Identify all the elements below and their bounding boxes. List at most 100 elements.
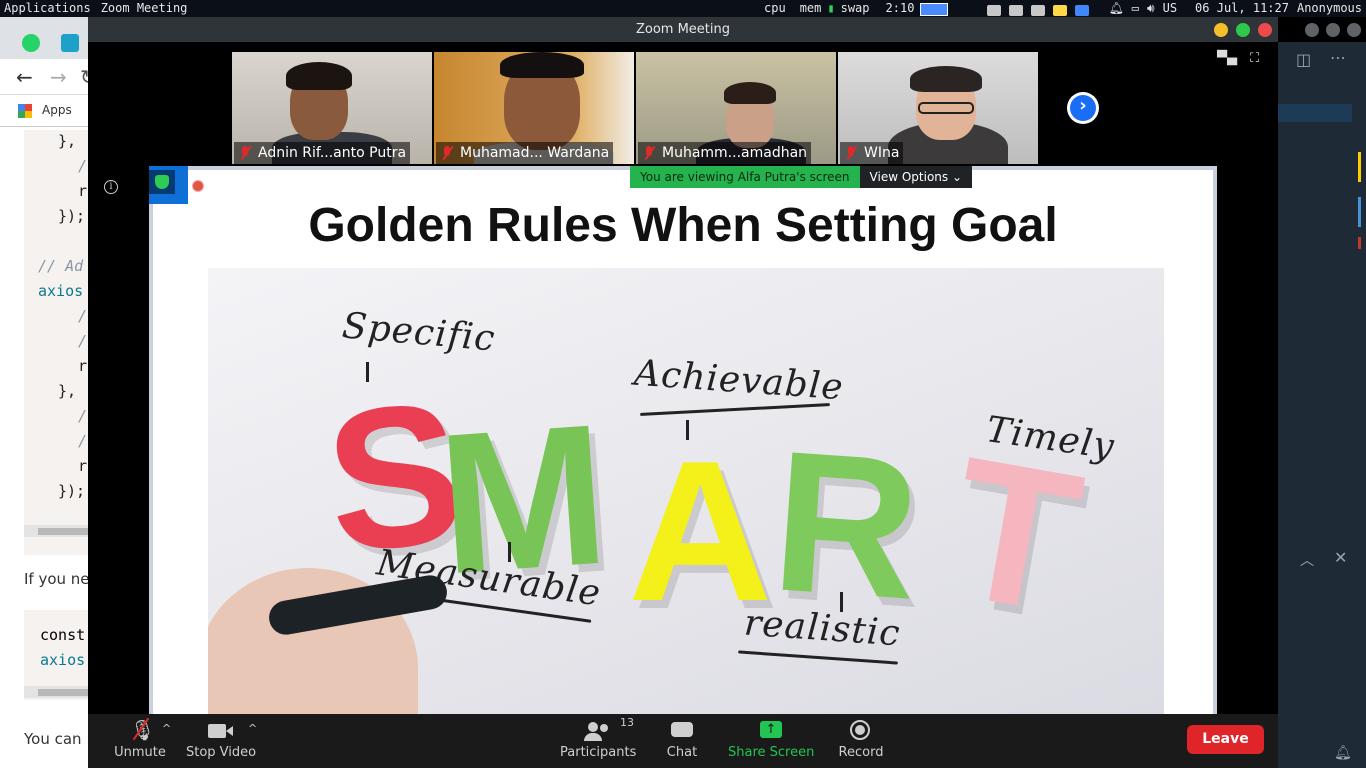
participant-name: Muhamad... Wardana: [436, 142, 614, 164]
sync-tray-icon[interactable]: [1008, 4, 1023, 16]
share-screen-button[interactable]: ↑ Share Screen: [728, 714, 814, 768]
chevron-up-icon[interactable]: ︿: [1300, 550, 1314, 570]
code-scrollbar[interactable]: [24, 686, 90, 698]
audio-options-caret[interactable]: ^: [162, 722, 171, 735]
bell-icon[interactable]: 🔔︎: [1109, 0, 1124, 17]
bookmarks-apps-link[interactable]: Apps: [42, 103, 72, 117]
mem-label: mem: [799, 1, 822, 15]
zoom-tray-icon[interactable]: [1074, 4, 1089, 16]
close-button[interactable]: [1258, 23, 1272, 37]
security-badge[interactable]: [149, 166, 188, 204]
bell-icon[interactable]: 🔔︎: [1334, 745, 1352, 761]
battery-icon: ▭: [1131, 1, 1140, 15]
chevron-down-icon: ⌄: [951, 170, 963, 184]
participant-name: WIna: [840, 142, 904, 164]
more-icon[interactable]: ⋯: [1330, 48, 1346, 67]
chat-icon: [671, 722, 693, 737]
bg-window-maximize[interactable]: [1326, 23, 1340, 37]
participants-icon: [588, 722, 598, 732]
gutter-marker: [1358, 237, 1361, 249]
code-line: /: [78, 407, 88, 425]
workspace-label: 2:10: [885, 1, 915, 15]
gallery-layout-icon[interactable]: ▀▄: [1217, 51, 1237, 66]
camera-icon: [208, 724, 226, 738]
volume-icon[interactable]: 🔊︎: [1147, 0, 1155, 17]
background-editor-window: ◫ ⋯ ︿ ✕ 🔔︎: [1276, 42, 1366, 768]
viewing-banner: You are viewing Alfa Putra's screen View…: [630, 166, 973, 188]
workspace-indicator[interactable]: [920, 3, 949, 16]
code-line: },: [58, 382, 77, 400]
muted-mic-icon: [642, 145, 656, 161]
next-participants-button[interactable]: ›: [1067, 92, 1099, 124]
code-line: });: [58, 482, 86, 500]
keyboard-layout[interactable]: US: [1163, 0, 1177, 17]
stop-video-label: Stop Video: [186, 745, 257, 760]
window-title: Zoom Meeting: [635, 22, 731, 37]
code-block: }, / r }); // Ad axios / / r }, / / r })…: [24, 130, 90, 555]
paragraph-text: You can: [24, 730, 82, 748]
participant-name: Muhamm...amadhan: [638, 142, 812, 164]
participant-name: Adnin Rif...anto Putra: [234, 142, 411, 164]
word-specific: Specific: [340, 305, 498, 360]
datetime[interactable]: 06 Jul, 11:27: [1195, 0, 1289, 17]
forward-arrow-icon[interactable]: →: [50, 65, 67, 89]
code-scrollbar[interactable]: [24, 525, 90, 537]
background-browser-window: ← → ↻ Apps }, / r }); // Ad axios / / r …: [0, 17, 90, 768]
bg-window-close[interactable]: [1347, 23, 1361, 37]
share-screen-icon: ↑: [760, 721, 782, 738]
letter-r: R: [766, 409, 927, 642]
participants-button[interactable]: 13 Participants: [560, 714, 636, 768]
stop-video-button[interactable]: Stop Video: [186, 714, 256, 768]
code-line: /: [78, 332, 88, 350]
meeting-info-icon[interactable]: i: [104, 180, 118, 194]
browser-navbar: ← → ↻: [0, 59, 90, 95]
video-options-caret[interactable]: ^: [248, 722, 257, 735]
close-icon[interactable]: ✕: [1334, 548, 1347, 567]
participants-label: Participants: [560, 745, 637, 760]
participant-tile[interactable]: Muhamm...amadhan: [636, 52, 836, 164]
minimize-button[interactable]: [1214, 23, 1228, 37]
leave-button[interactable]: Leave: [1187, 725, 1264, 754]
react-tab-icon[interactable]: [61, 34, 79, 52]
whatsapp-tab-icon[interactable]: [22, 34, 40, 52]
bg-window-minimize[interactable]: [1305, 23, 1319, 37]
meeting-toolbar: 🎙︎ Unmute ^ Stop Video ^ 13 Participants…: [88, 714, 1278, 768]
browser-tabbar: [0, 17, 90, 59]
record-button[interactable]: Record: [836, 714, 886, 768]
chat-button[interactable]: Chat: [662, 714, 702, 768]
code-line: /: [78, 157, 88, 175]
active-app-title: Zoom Meeting: [100, 1, 188, 15]
word-achievable: Achievable: [632, 352, 846, 409]
paragraph-text: If you ne: [24, 570, 90, 588]
chat-label: Chat: [666, 745, 698, 760]
code-line: /: [78, 432, 88, 450]
bookmarks-bar: Apps: [0, 95, 90, 127]
recording-indicator: [192, 180, 204, 192]
code-line: });: [58, 207, 86, 225]
code-line: const: [40, 626, 86, 644]
record-label: Record: [838, 745, 884, 760]
shared-screen: Golden Rules When Setting Goal Specific …: [149, 166, 1217, 731]
discord-tray-icon[interactable]: [986, 4, 1001, 16]
participant-tile[interactable]: WIna: [838, 52, 1038, 164]
muted-mic-icon: [844, 145, 858, 161]
split-editor-icon[interactable]: ◫: [1296, 50, 1311, 69]
wifi-icon[interactable]: [1030, 4, 1045, 16]
view-options-button[interactable]: View Options ⌄: [859, 166, 973, 188]
code-line: r: [78, 357, 88, 375]
notes-tray-icon[interactable]: [1052, 4, 1067, 16]
maximize-button[interactable]: [1236, 23, 1250, 37]
zoom-window: Zoom Meeting ▀▄ ⛶ Adnin Rif...anto Putra…: [88, 17, 1278, 768]
participant-tile[interactable]: Adnin Rif...anto Putra: [232, 52, 432, 164]
back-arrow-icon[interactable]: ←: [16, 65, 33, 89]
apps-grid-icon[interactable]: [18, 104, 32, 118]
code-line: // Ad: [38, 257, 84, 275]
code-line: /: [78, 307, 88, 325]
fullscreen-icon[interactable]: ⛶: [1250, 51, 1259, 66]
gutter-marker: [1358, 152, 1361, 182]
username[interactable]: Anonymous: [1297, 0, 1362, 17]
participant-tile[interactable]: Muhamad... Wardana: [434, 52, 634, 164]
applications-menu[interactable]: Applications: [4, 0, 91, 17]
unmute-label: Unmute: [114, 745, 166, 760]
code-line: axios: [40, 651, 86, 669]
